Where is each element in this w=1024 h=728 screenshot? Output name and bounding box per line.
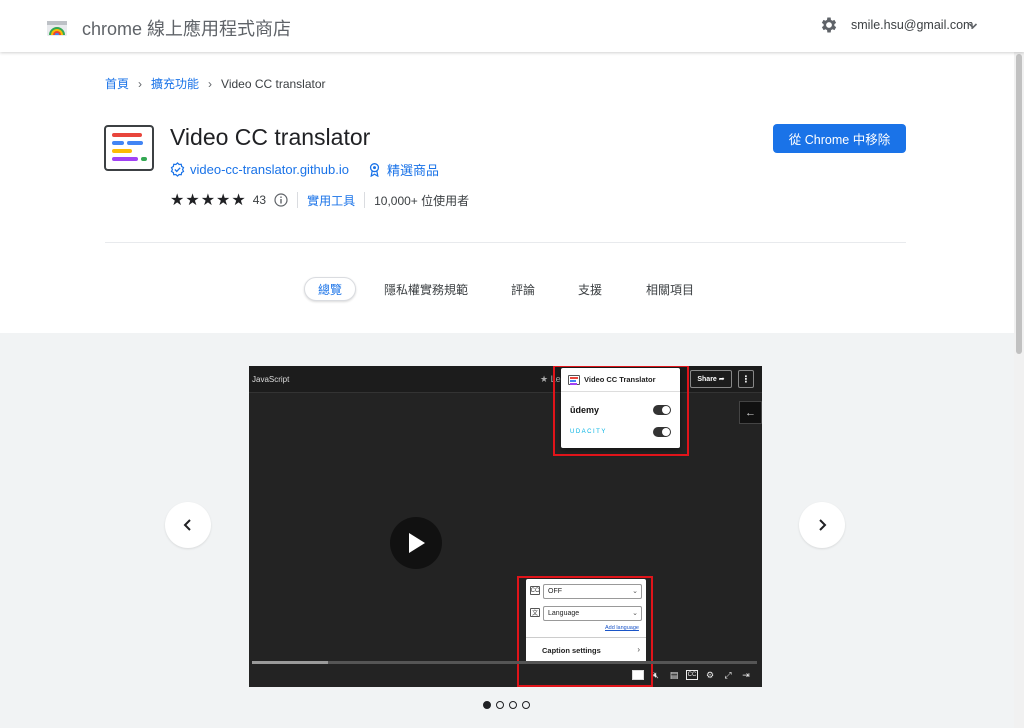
verified-badge-icon — [170, 162, 185, 177]
mute-icon: 🔇︎ — [653, 669, 659, 680]
chevron-right-icon — [819, 519, 827, 531]
top-bar: chrome 線上應用程式商店 smile.hsu@gmail.com — [0, 0, 1024, 52]
featured-badge[interactable]: 精選商品 — [367, 160, 439, 179]
icon-bar — [141, 157, 147, 161]
website-link[interactable]: video-cc-translator.github.io — [190, 162, 349, 177]
share-button: Share ➦ — [690, 370, 732, 388]
section-divider — [105, 242, 906, 243]
gallery-dot[interactable] — [522, 701, 530, 709]
captions-icon: CC — [686, 670, 698, 680]
verification-row: video-cc-translator.github.io 精選商品 — [170, 160, 439, 179]
video-controls: 🔇︎ ▤ CC ⚙ ⤢ ⇥ — [632, 670, 752, 680]
play-icon — [409, 533, 425, 553]
icon-bar — [112, 141, 124, 145]
gear-icon[interactable] — [819, 15, 839, 35]
gallery-screenshot[interactable]: JavaScript ★ Le Share ➦ ⋮ ← Video CC Tra… — [249, 366, 762, 687]
highlight-box — [553, 366, 689, 456]
gallery-dot[interactable] — [509, 701, 517, 709]
tab-support[interactable]: 支援 — [567, 277, 613, 301]
tab-overview[interactable]: 總覽 — [304, 277, 356, 301]
gallery-dot[interactable] — [496, 701, 504, 709]
chrome-web-store-logo[interactable] — [46, 15, 68, 37]
settings-icon: ⚙ — [705, 669, 715, 680]
play-button — [390, 517, 442, 569]
rating-row: ★★★★★ 43 實用工具 10,000+ 位使用者 — [170, 190, 469, 210]
rating-count[interactable]: 43 — [253, 193, 266, 207]
chevron-left-icon — [183, 519, 191, 531]
featured-label: 精選商品 — [386, 163, 439, 178]
info-icon[interactable] — [274, 193, 288, 207]
divider — [297, 192, 299, 208]
store-title[interactable]: chrome 線上應用程式商店 — [82, 15, 291, 41]
category-link[interactable]: 實用工具 — [307, 192, 355, 209]
expand-icon: ⇥ — [742, 669, 750, 680]
icon-bar — [112, 157, 138, 161]
icon-bar — [112, 133, 142, 137]
gallery-next-button[interactable] — [799, 502, 845, 548]
gallery-prev-button[interactable] — [165, 502, 211, 548]
breadcrumb-extensions[interactable]: 擴充功能 — [151, 75, 199, 92]
award-icon — [369, 163, 380, 177]
user-count: 10,000+ 位使用者 — [374, 193, 470, 208]
transcript-icon: ▤ — [669, 669, 679, 680]
gallery-dots — [483, 701, 530, 709]
icon-bar — [127, 141, 143, 145]
breadcrumb-home[interactable]: 首頁 — [105, 75, 129, 92]
chevron-down-icon[interactable] — [968, 21, 978, 31]
icon-bar — [112, 149, 132, 153]
chevron-right-icon: › — [138, 76, 143, 91]
tab-related[interactable]: 相關項目 — [640, 277, 700, 301]
extension-name: Video CC translator — [170, 124, 371, 150]
rating-stars: ★★★★★ — [170, 192, 247, 209]
extension-icon — [104, 125, 154, 171]
chevron-right-icon: › — [208, 76, 213, 91]
scrollbar-thumb[interactable] — [1016, 54, 1022, 354]
more-icon: ⋮ — [738, 370, 754, 388]
extension-toolbar-icon — [632, 670, 644, 680]
tab-privacy[interactable]: 隱私權實務規範 — [380, 277, 472, 301]
arrow-left-icon: ← — [739, 401, 762, 424]
fullscreen-icon: ⤢ — [724, 669, 732, 680]
course-title: JavaScript — [252, 375, 290, 384]
remove-from-chrome-button[interactable]: 從 Chrome 中移除 — [773, 124, 906, 153]
tab-reviews[interactable]: 評論 — [500, 277, 546, 301]
video-progress — [252, 661, 757, 664]
divider — [364, 192, 366, 208]
gallery-dot[interactable] — [483, 701, 491, 709]
breadcrumb-current: Video CC translator — [221, 76, 326, 91]
breadcrumb: 首頁 › 擴充功能 › Video CC translator — [105, 75, 326, 92]
account-email[interactable]: smile.hsu@gmail.com — [851, 18, 973, 32]
video-progress-fill — [252, 661, 328, 664]
